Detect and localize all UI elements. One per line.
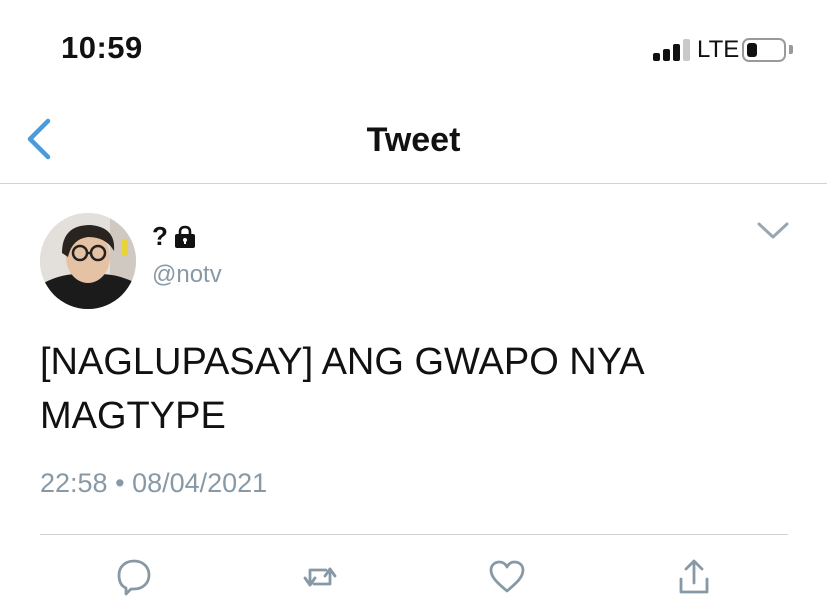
- network-type: LTE: [697, 36, 740, 63]
- tweet-date: 08/04/2021: [132, 468, 268, 498]
- tweet-text-line: MAGTYPE: [40, 395, 226, 437]
- meta-separator: •: [115, 468, 125, 498]
- reply-icon: [117, 559, 151, 596]
- tweet-time: 22:58: [40, 468, 108, 498]
- nav-bar: Tweet: [0, 100, 827, 184]
- display-name[interactable]: ?: [152, 221, 198, 252]
- status-bar: 10:59 LTE: [0, 0, 827, 100]
- signal-icon: [653, 39, 691, 61]
- user-handle[interactable]: @notv: [152, 261, 222, 289]
- tweet-text-line: [NAGLUPASAY] ANG GWAPO NYA: [40, 341, 645, 383]
- status-time: 10:59: [61, 30, 143, 65]
- lock-icon: [174, 225, 195, 248]
- retweet-icon: [303, 567, 337, 587]
- chevron-down-icon: [757, 222, 789, 239]
- battery-icon: [742, 38, 786, 62]
- reply-button[interactable]: [114, 557, 154, 597]
- heart-icon: [489, 560, 525, 593]
- tweet-detail: ? @notv [NAGLUPASAY] ANG GWAPO NYA MAGTY…: [0, 185, 827, 606]
- divider: [40, 534, 788, 535]
- retweet-button[interactable]: [300, 557, 340, 597]
- battery-tip: [789, 45, 793, 54]
- tweet-timestamp[interactable]: 22:58 • 08/04/2021: [40, 468, 267, 499]
- share-button[interactable]: [674, 557, 714, 597]
- tweet-text: [NAGLUPASAY] ANG GWAPO NYA MAGTYPE: [40, 335, 790, 443]
- share-icon: [679, 559, 709, 594]
- display-name-text: ?: [152, 221, 168, 251]
- tweet-menu-button[interactable]: [756, 219, 790, 243]
- tweet-actions: [0, 557, 827, 597]
- avatar[interactable]: [40, 213, 136, 309]
- page-title: Tweet: [366, 121, 461, 159]
- like-button[interactable]: [487, 557, 527, 597]
